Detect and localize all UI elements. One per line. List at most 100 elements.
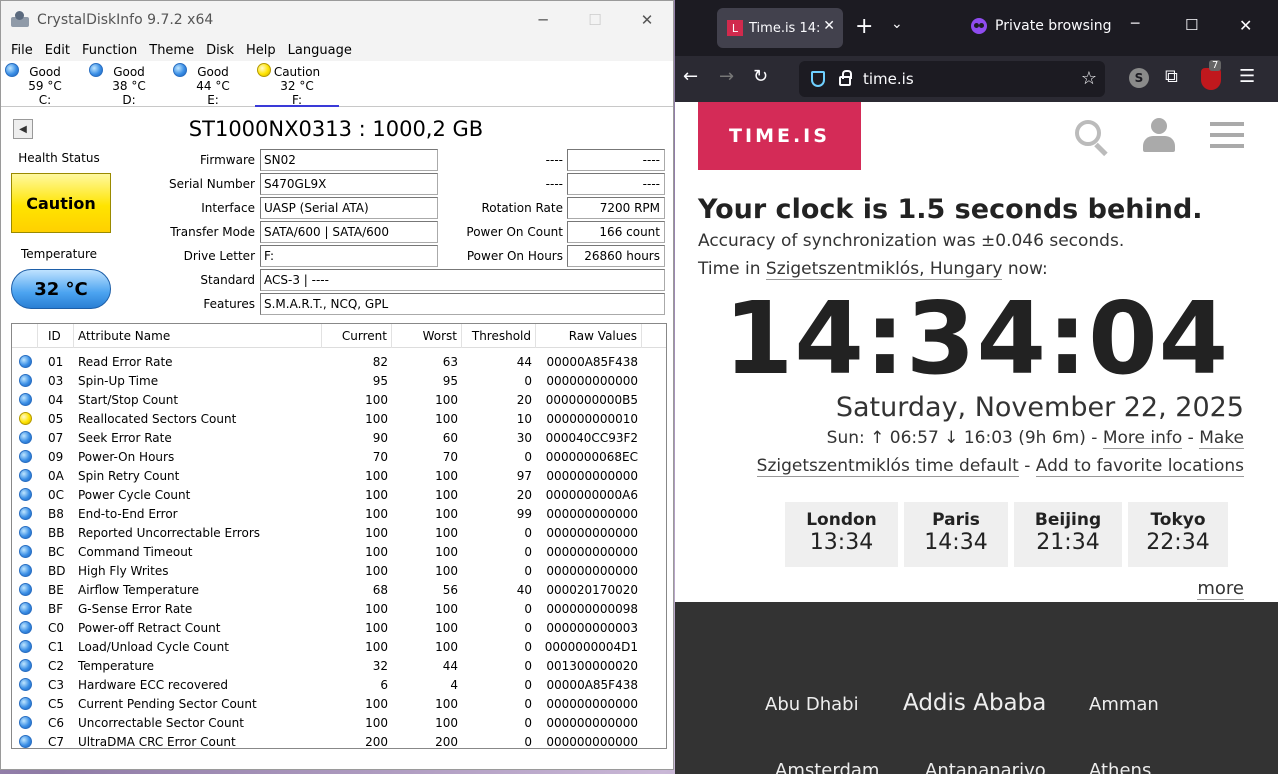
disk-tab-d[interactable]: Good 38 °C D: — [87, 63, 171, 107]
hamburger-menu-icon[interactable]: ☰ — [1239, 66, 1255, 87]
fav-clock-tokyo[interactable]: Tokyo 22:34 — [1128, 502, 1228, 567]
health-status-badge[interactable]: Caution — [11, 173, 111, 233]
table-row[interactable]: BD High Fly Writes 100 100 0 000000000000 — [12, 561, 666, 580]
attr-worst: 100 — [435, 392, 458, 407]
menu-help[interactable]: Help — [240, 43, 282, 58]
more-info-link[interactable]: More info — [1102, 428, 1183, 449]
table-row[interactable]: C6 Uncorrectable Sector Count 100 100 0 00000… — [12, 713, 666, 732]
column-attribute-name[interactable]: Attribute Name — [74, 324, 322, 348]
table-row[interactable]: 04 Start/Stop Count 100 100 20 0000000000B5 — [12, 390, 666, 409]
menu-edit[interactable]: Edit — [39, 43, 76, 58]
table-row[interactable]: BC Command Timeout 100 100 0 000000000000 — [12, 542, 666, 561]
menu-disk[interactable]: Disk — [200, 43, 240, 58]
forward-arrow-icon[interactable]: → — [719, 66, 734, 87]
tab-time-is[interactable]: L Time.is 14: ✕ — [717, 8, 843, 48]
city-link[interactable]: Abu Dhabi — [765, 694, 859, 715]
column-threshold[interactable]: Threshold — [462, 324, 536, 348]
back-arrow-icon[interactable]: ← — [683, 66, 698, 87]
table-row[interactable]: B8 End-to-End Error 100 100 99 000000000000 — [12, 504, 666, 523]
tracking-shield-icon[interactable] — [811, 71, 825, 87]
attr-threshold: 0 — [524, 525, 532, 540]
table-row[interactable]: C1 Load/Unload Cycle Count 100 100 0 00000000… — [12, 637, 666, 656]
fav-clock-beijing[interactable]: Beijing 21:34 — [1014, 502, 1122, 567]
table-row[interactable]: 05 Reallocated Sectors Count 100 100 10 00000… — [12, 409, 666, 428]
reload-icon[interactable]: ↻ — [753, 66, 768, 87]
table-row[interactable]: C5 Current Pending Sector Count 100 100 0 000… — [12, 694, 666, 713]
power-on-count-value: 166 count — [567, 221, 665, 243]
make-default-link[interactable]: Szigetszentmiklós time default — [756, 456, 1019, 477]
fav-city: London — [806, 510, 877, 530]
menu-language[interactable]: Language — [282, 43, 358, 58]
url-bar[interactable]: time.is ☆ — [799, 61, 1105, 97]
table-row[interactable]: C7 UltraDMA CRC Error Count 200 200 0 0000000… — [12, 732, 666, 748]
table-row[interactable]: BB Reported Uncorrectable Errors 100 100 0 00… — [12, 523, 666, 542]
temperature-badge[interactable]: 32 °C — [11, 269, 111, 309]
close-tab-icon[interactable]: ✕ — [823, 18, 835, 34]
time-is-logo[interactable]: TIME.IS — [698, 102, 861, 170]
column-id[interactable]: ID — [38, 324, 74, 348]
close-button[interactable]: ✕ — [621, 1, 673, 39]
chevron-down-icon[interactable]: ⌄ — [891, 16, 903, 32]
menu-file[interactable]: File — [5, 43, 39, 58]
column-worst[interactable]: Worst — [392, 324, 462, 348]
add-favorite-link[interactable]: Add to favorite locations — [1035, 456, 1244, 477]
attr-raw: 000000000098 — [546, 601, 638, 616]
maximize-button[interactable]: ☐ — [1185, 16, 1198, 34]
menu-theme[interactable]: Theme — [143, 43, 200, 58]
extension-s-icon[interactable]: S — [1129, 68, 1149, 88]
table-row[interactable]: BE Airflow Temperature 68 56 40 000020170020 — [12, 580, 666, 599]
column-current[interactable]: Current — [322, 324, 392, 348]
window-title: CrystalDiskInfo 9.7.2 x64 — [37, 12, 214, 28]
table-row[interactable]: 0A Spin Retry Count 100 100 97 000000000000 — [12, 466, 666, 485]
close-window-button[interactable]: ✕ — [1239, 16, 1252, 35]
disk-tab-f[interactable]: Caution 32 °C F: — [255, 63, 339, 107]
table-row[interactable]: 09 Power-On Hours 70 70 0 0000000068EC — [12, 447, 666, 466]
disk-letter: C: — [38, 93, 52, 107]
status-cell — [12, 466, 38, 485]
extensions-puzzle-icon[interactable]: ⧉ — [1165, 66, 1178, 87]
title-bar[interactable]: CrystalDiskInfo 9.7.2 x64 ─ ☐ ✕ — [1, 1, 673, 39]
rotation-rate-value: 7200 RPM — [567, 197, 665, 219]
table-row[interactable]: C0 Power-off Retract Count 100 100 0 00000000… — [12, 618, 666, 637]
maximize-button[interactable]: ☐ — [569, 1, 621, 39]
city-link[interactable]: Antananarivo — [925, 760, 1046, 774]
ublock-shield-icon[interactable] — [1201, 68, 1221, 90]
new-tab-icon[interactable]: + — [855, 14, 873, 39]
city-link[interactable]: Addis Ababa — [903, 690, 1046, 716]
more-link[interactable]: more — [1197, 578, 1244, 600]
column-status[interactable] — [12, 324, 38, 348]
attr-id: B8 — [48, 506, 64, 521]
fav-clock-london[interactable]: London 13:34 — [785, 502, 898, 567]
previous-disk-button[interactable]: ◀ — [13, 119, 33, 139]
city-link[interactable]: Amsterdam — [775, 760, 879, 774]
user-icon[interactable] — [1143, 118, 1175, 154]
table-row[interactable]: BF G-Sense Error Rate 100 100 0 000000000098 — [12, 599, 666, 618]
location-link[interactable]: Szigetszentmiklós, Hungary — [765, 259, 1003, 280]
menu-icon[interactable] — [1210, 122, 1244, 150]
menu-function[interactable]: Function — [76, 43, 143, 58]
status-caution-icon — [18, 412, 32, 425]
column-raw-values[interactable]: Raw Values — [536, 324, 642, 348]
attr-threshold: 0 — [524, 620, 532, 635]
table-row[interactable]: 0C Power Cycle Count 100 100 20 0000000000A6 — [12, 485, 666, 504]
table-row[interactable]: 03 Spin-Up Time 95 95 0 000000000000 — [12, 371, 666, 390]
smart-attribute-table[interactable]: ID Attribute Name Current Worst Threshol… — [11, 323, 667, 749]
url-text[interactable]: time.is — [863, 70, 914, 88]
fav-city: Beijing — [1034, 510, 1102, 530]
table-row[interactable]: 07 Seek Error Rate 90 60 30 000040CC93F2 — [12, 428, 666, 447]
bookmark-star-icon[interactable]: ☆ — [1081, 68, 1097, 89]
table-row[interactable]: 01 Read Error Rate 82 63 44 00000A85F438 — [12, 352, 666, 371]
make-link[interactable]: Make — [1199, 428, 1244, 449]
disk-tab-c[interactable]: Good 59 °C C: — [3, 63, 87, 107]
city-link[interactable]: Athens — [1089, 760, 1151, 774]
minimize-button[interactable]: ─ — [1131, 16, 1139, 32]
crystaldiskinfo-app-icon — [11, 11, 29, 29]
disk-tab-e[interactable]: Good 44 °C E: — [171, 63, 255, 107]
city-link[interactable]: Amman — [1089, 694, 1159, 715]
lock-icon[interactable] — [839, 70, 852, 86]
table-row[interactable]: C3 Hardware ECC recovered 6 4 0 00000A85F438 — [12, 675, 666, 694]
minimize-button[interactable]: ─ — [517, 1, 569, 39]
fav-clock-paris[interactable]: Paris 14:34 — [904, 502, 1008, 567]
table-row[interactable]: C2 Temperature 32 44 0 001300000020 — [12, 656, 666, 675]
search-icon[interactable] — [1075, 120, 1109, 157]
